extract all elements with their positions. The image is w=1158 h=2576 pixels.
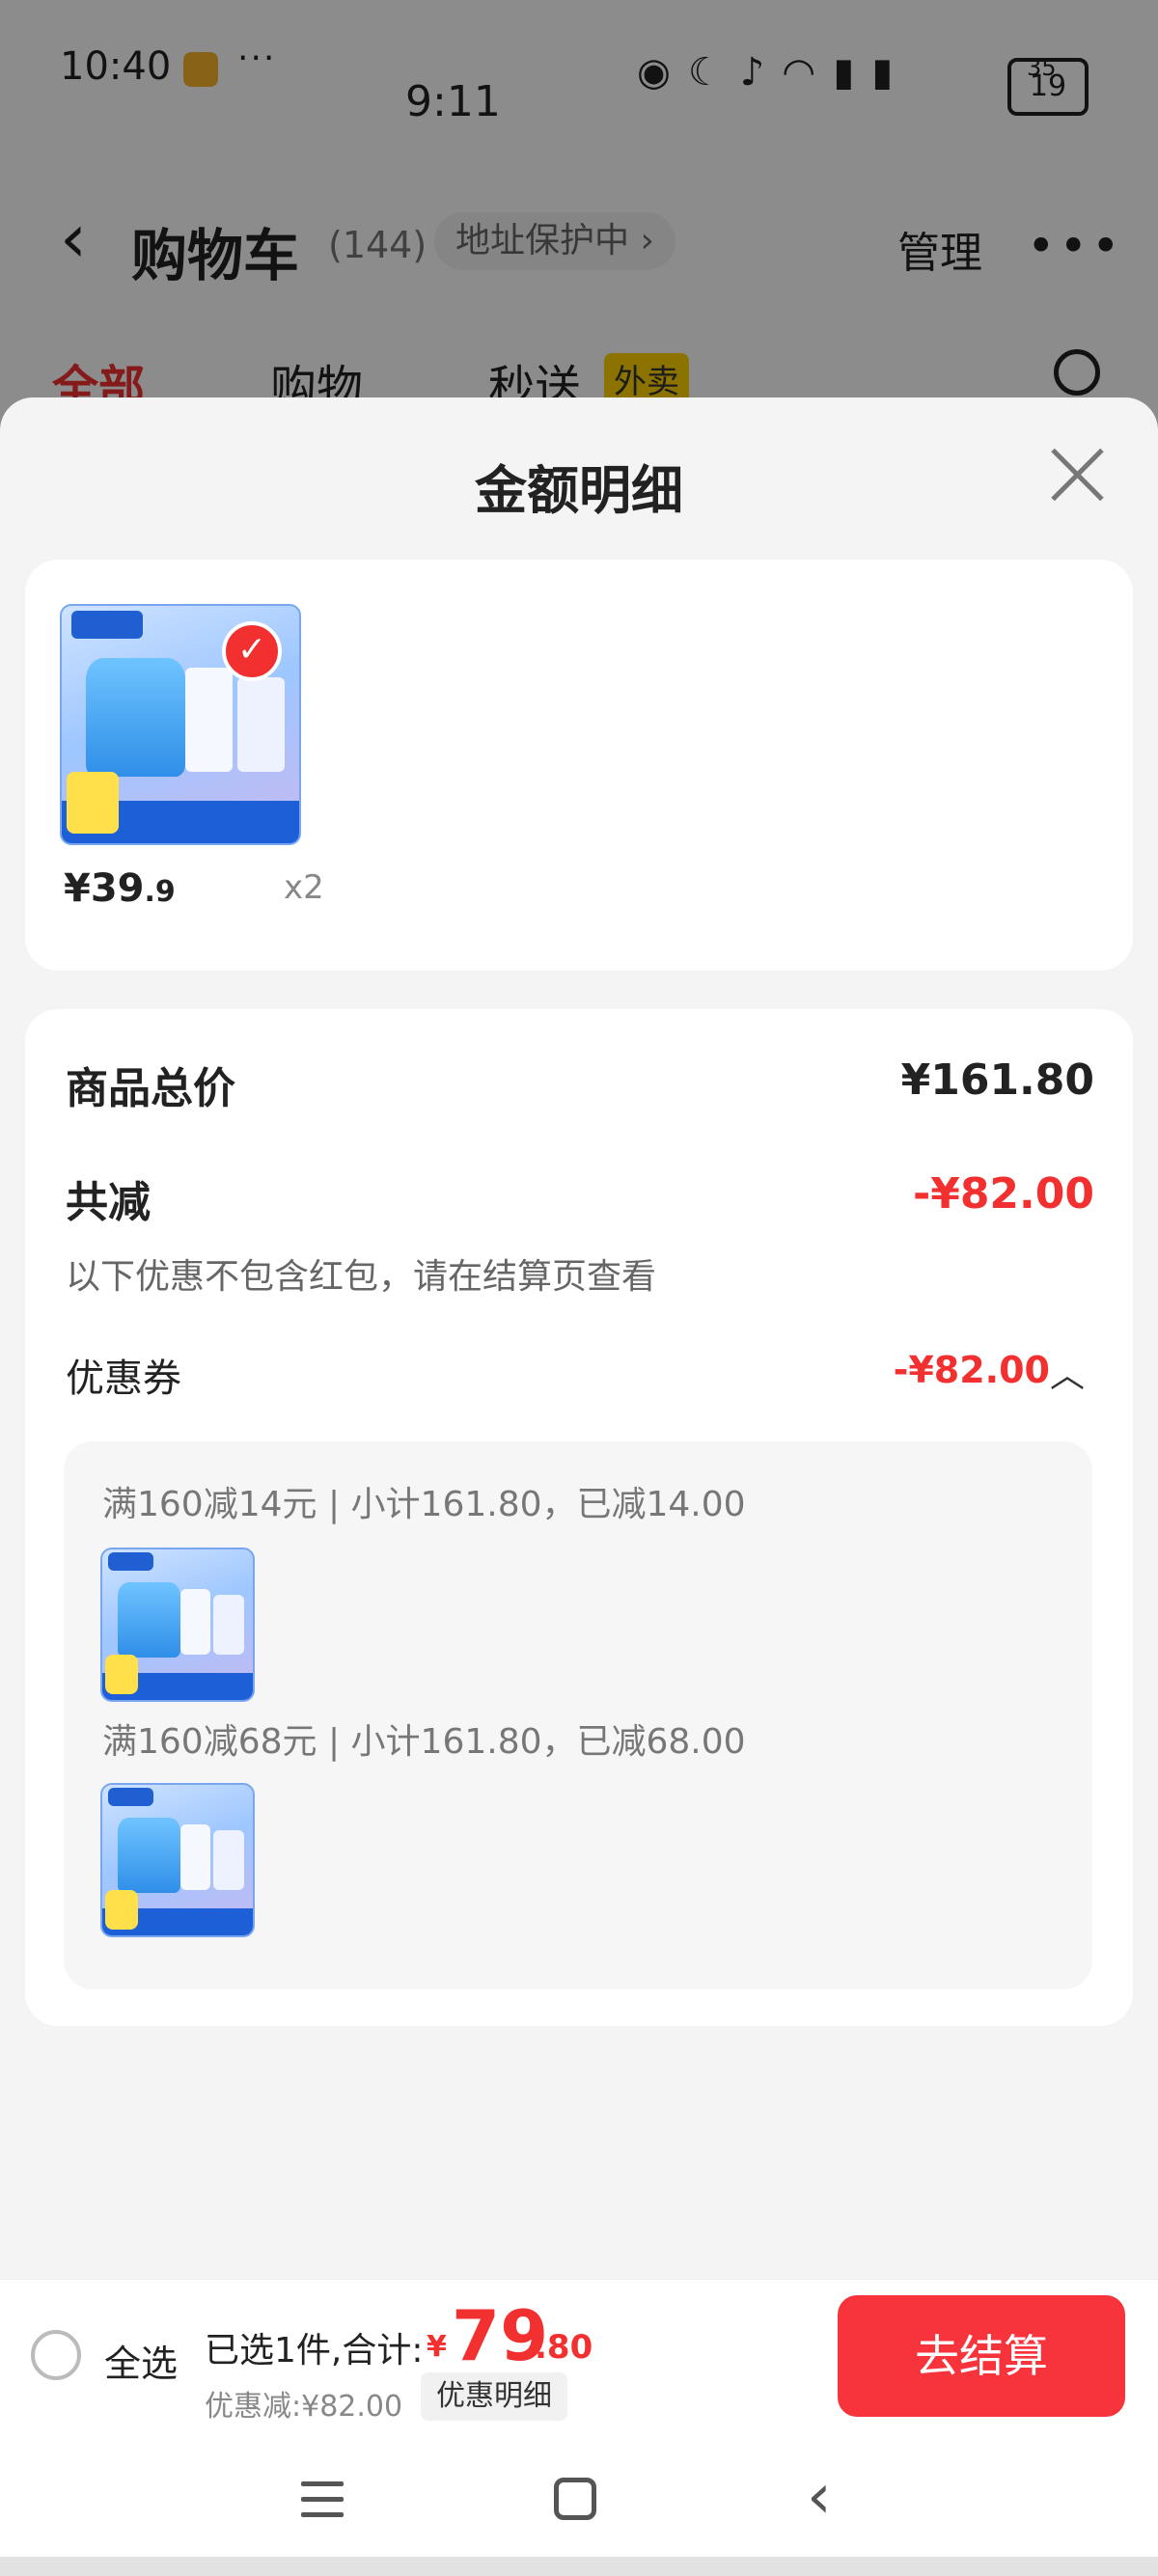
discount-detail-button[interactable]: 优惠明细: [421, 2372, 567, 2421]
close-icon[interactable]: [1048, 446, 1106, 504]
coupon-breakdown: 满160减14元 | 小计161.80，已减14.00 满160减68元 | 小…: [64, 1441, 1092, 1989]
home-icon[interactable]: [554, 2478, 596, 2520]
menu-icon[interactable]: [301, 2481, 344, 2520]
back-icon[interactable]: ‹: [807, 2466, 832, 2528]
coupon-label: 优惠券: [66, 1357, 181, 1401]
total-currency: ¥: [427, 2330, 447, 2364]
total-amount-decimal: .80: [535, 2328, 593, 2367]
product-quantity: x2: [284, 868, 324, 907]
total-reduction-label: 共减: [66, 1178, 151, 1227]
checkout-bar: 全选 已选1件,合计: ¥ 79 .80 优惠减:¥82.00 优惠明细 去结算: [0, 2279, 1158, 2437]
system-nav-bar: ‹: [0, 2437, 1158, 2576]
selected-summary: 已选1件,合计:: [205, 2331, 424, 2370]
product-price: ¥39.9: [64, 866, 176, 911]
discount-summary: 优惠减:¥82.00: [205, 2390, 403, 2424]
coupon-product-image: [100, 1548, 255, 1702]
total-price-label: 商品总价: [66, 1064, 235, 1113]
total-price-value: ¥161.80: [900, 1055, 1094, 1105]
select-all-checkbox[interactable]: [31, 2330, 81, 2380]
coupon-line: 满160减14元 | 小计161.80，已减14.00: [102, 1485, 746, 1524]
coupon-product-image: [100, 1783, 255, 1937]
gesture-bar: [0, 2557, 1158, 2576]
coupon-value[interactable]: -¥82.00: [894, 1349, 1050, 1391]
chevron-up-icon[interactable]: ︿: [1050, 1347, 1085, 1397]
total-reduction-value: -¥82.00: [912, 1169, 1094, 1219]
product-card: ✓ ¥39.9 x2: [25, 560, 1133, 971]
amount-detail-sheet: 金额明细 ✓ ¥39.9 x2 商品总价 ¥161.80 共减 -¥82.00 …: [0, 397, 1158, 2279]
reduction-note: 以下优惠不包含红包，请在结算页查看: [66, 1257, 657, 1297]
check-icon: ✓: [222, 621, 282, 681]
sheet-title: 金额明细: [475, 460, 683, 521]
price-detail-card: 商品总价 ¥161.80 共减 -¥82.00 以下优惠不包含红包，请在结算页查…: [25, 1009, 1133, 2026]
select-all-label[interactable]: 全选: [104, 2334, 178, 2387]
checkout-button[interactable]: 去结算: [838, 2295, 1125, 2417]
coupon-line: 满160减68元 | 小计161.80，已减68.00: [102, 1722, 746, 1762]
